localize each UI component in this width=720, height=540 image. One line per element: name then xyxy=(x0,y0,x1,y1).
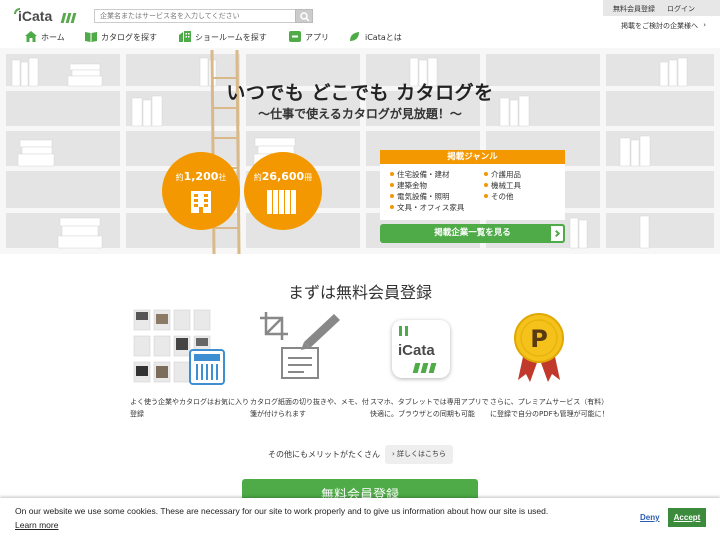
genre-item: 文具・オフィス家具 xyxy=(390,202,464,213)
premium-badge-icon: P xyxy=(514,313,564,382)
logo-text: iCata xyxy=(18,8,53,24)
advertise-link[interactable]: 掲載をご検討の企業様へ xyxy=(621,21,698,31)
hero-subtitle: 〜仕事で使えるカタログが見放題！〜 xyxy=(258,107,462,121)
nav-about-label: iCataとは xyxy=(365,33,402,42)
company-count-unit: 社 xyxy=(218,173,227,182)
company-count: 1,200 xyxy=(183,170,219,183)
office-building-icon xyxy=(191,191,211,213)
catalog-count-prefix: 約 xyxy=(253,173,262,182)
genre-title: 掲載ジャンル xyxy=(380,150,565,164)
hero-banner: いつでも どこでも カタログを 〜仕事で使えるカタログが見放題！〜 約1,200… xyxy=(0,48,720,254)
account-links: 無料会員登録 ログイン xyxy=(603,0,720,16)
main-nav: ホーム カタログを探す ショールームを探す アプリ iCataとは xyxy=(0,30,500,46)
cookie-accept-button[interactable]: Accept xyxy=(668,508,706,527)
cookie-deny-button[interactable]: Deny xyxy=(640,513,660,522)
chevron-right-icon xyxy=(551,224,565,243)
genre-item: その他 xyxy=(484,191,514,202)
nav-showrooms-label: ショールームを探す xyxy=(195,33,267,42)
nav-home-label: ホーム xyxy=(41,33,65,42)
feature-clip-text: カタログ紙面の切り抜きや、メモ、付箋が付けられます xyxy=(250,398,369,418)
app-icon-text: iCata xyxy=(398,342,435,359)
hero-title: いつでも どこでも カタログを xyxy=(226,82,494,104)
genre-item: 住宅設備・建材 xyxy=(390,169,450,180)
merit-text: その他にもメリットがたくさん xyxy=(268,450,380,459)
crop-pen-icon xyxy=(260,312,340,379)
genre-panel: 掲載ジャンル 住宅設備・建材 建築金物 電気設備・照明 文具・オフィス家具 介護… xyxy=(380,150,565,220)
company-list-button[interactable]: 掲載企業一覧を見る xyxy=(380,224,565,243)
cookie-message: On our website we use some cookies. Thes… xyxy=(15,506,549,516)
genre-item: 介護用品 xyxy=(484,169,521,180)
merit-details-button[interactable]: › 詳しくはこちら xyxy=(385,445,453,464)
home-icon xyxy=(25,31,37,42)
catalog-count-badge: 約26,600冊 xyxy=(244,152,322,230)
icata-app-icon: iCata xyxy=(392,320,450,378)
search-button[interactable] xyxy=(295,9,313,23)
site-header: iCata 無料会員登録 ログイン 掲載をご検討の企業様へ › ホーム xyxy=(0,0,720,48)
search-icon xyxy=(300,12,310,22)
genre-item: 機械工具 xyxy=(484,180,521,191)
icata-logo[interactable]: iCata xyxy=(14,8,77,26)
catalog-count-unit: 冊 xyxy=(304,173,313,182)
cookie-banner: On our website we use some cookies. Thes… xyxy=(0,498,720,540)
feature-favorites-text: よく使う企業やカタログはお気に入り登録 xyxy=(130,398,249,418)
nav-catalogs-label: カタログを探す xyxy=(101,33,157,42)
registration-title: まずは無料会員登録 xyxy=(287,283,432,302)
app-icon xyxy=(289,31,301,42)
company-list-button-label: 掲載企業一覧を見る xyxy=(434,228,511,238)
company-count-badge: 約1,200社 xyxy=(162,152,240,230)
register-link[interactable]: 無料会員登録 xyxy=(613,4,655,14)
cookie-learn-more-link[interactable]: Learn more xyxy=(15,520,58,530)
catalog-count: 26,600 xyxy=(261,170,305,183)
genre-item: 建築金物 xyxy=(390,180,427,191)
book-icon xyxy=(85,32,97,42)
logo-bars-icon xyxy=(60,13,77,23)
catalog-grid-icon xyxy=(133,309,225,385)
genre-item: 電気設備・照明 xyxy=(390,191,450,202)
search-box xyxy=(94,9,313,23)
nav-app-label: アプリ xyxy=(305,33,329,42)
feature-app-text: スマホ、タブレットでは専用アプリで快適に。ブラウザとの同期も可能 xyxy=(370,398,489,418)
advertise-arrow-icon: › xyxy=(703,21,706,29)
company-count-prefix: 約 xyxy=(175,173,184,182)
login-link[interactable]: ログイン xyxy=(667,4,695,14)
books-icon xyxy=(267,190,296,214)
leaf-icon xyxy=(350,32,359,41)
building-icon xyxy=(179,31,191,42)
svg-text:P: P xyxy=(530,325,548,353)
feature-premium-text: さらに、プレミアムサービス（有料）に登録で自分のPDFも管理が可能に！ xyxy=(490,398,609,418)
search-input[interactable] xyxy=(95,10,295,22)
